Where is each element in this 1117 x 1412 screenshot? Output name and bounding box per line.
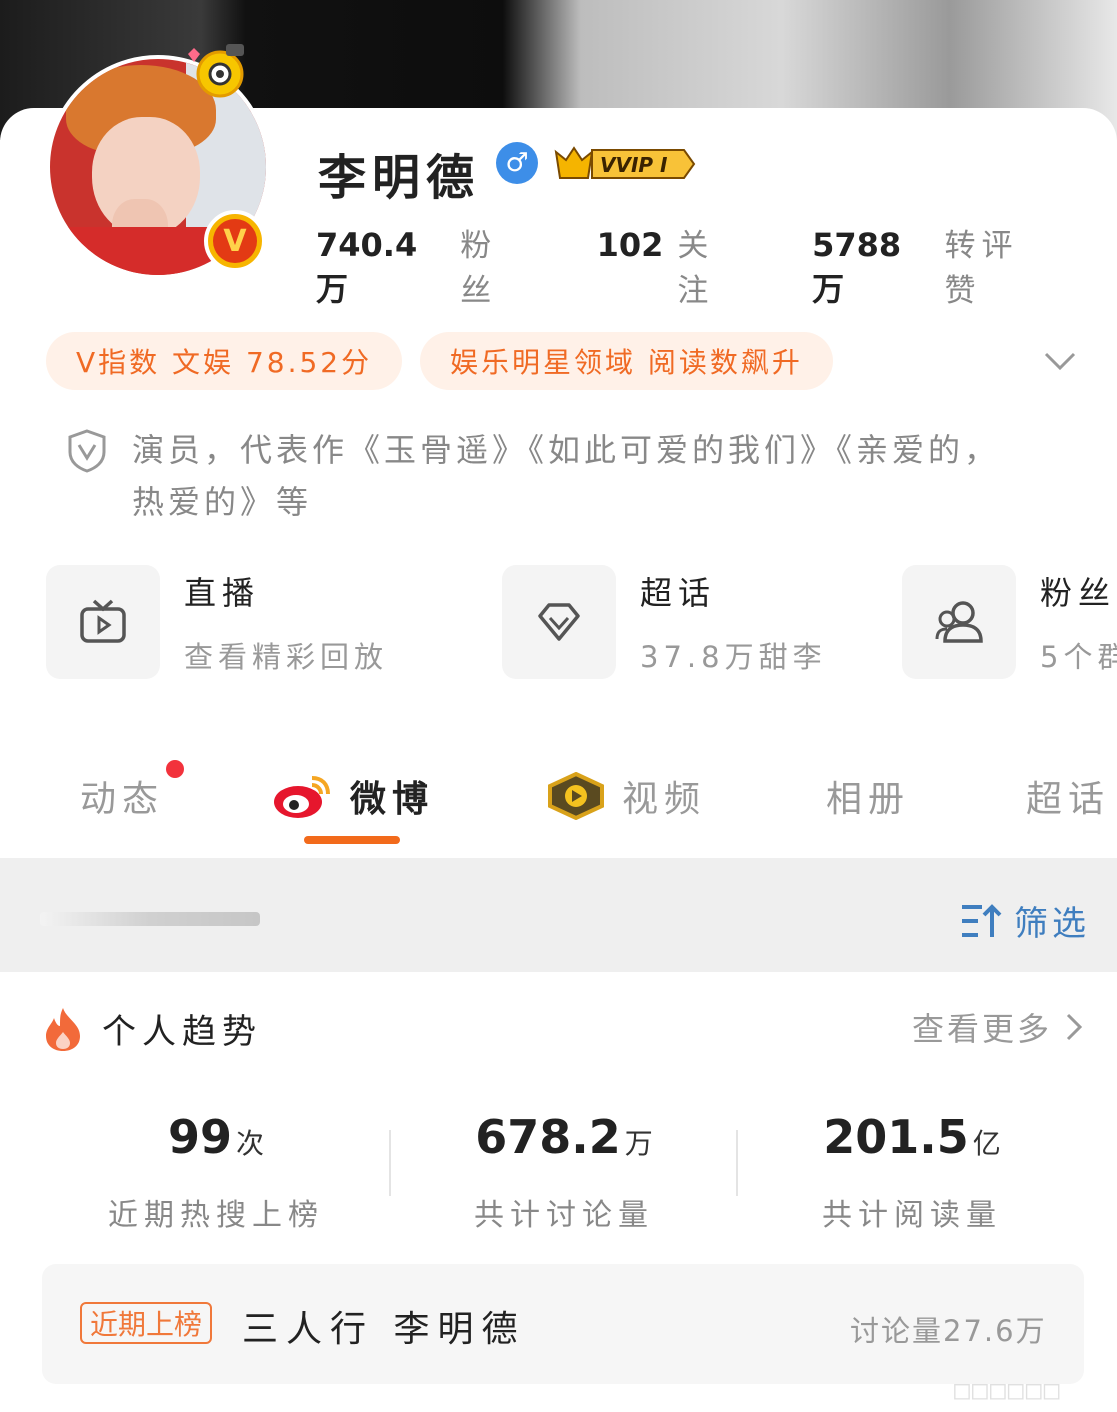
entry-supertopic[interactable]: 超话 37.8万甜李	[502, 565, 827, 679]
trend-title: 个人趋势	[102, 1012, 262, 1052]
flame-icon	[46, 1007, 80, 1051]
filter-icon	[962, 903, 1002, 937]
tab-weibo[interactable]: 微博	[272, 770, 434, 822]
vvip-badge[interactable]: VVIP I	[552, 144, 696, 184]
chevron-down-icon[interactable]	[1042, 342, 1078, 378]
metric-unit: 次	[236, 1127, 265, 1160]
stat-following[interactable]: 102 关注	[597, 220, 749, 310]
blurred-placeholder	[40, 912, 260, 926]
vvip-label: VVIP I	[600, 153, 668, 177]
tab-label: 超话	[1026, 779, 1111, 820]
stat-value: 740.4万	[316, 226, 418, 308]
metric-label: 共计讨论量	[474, 1198, 654, 1233]
diamond-icon	[538, 603, 580, 641]
entry-subtitle: 5个群	[1040, 640, 1117, 674]
filter-button[interactable]: 筛选	[960, 896, 1090, 945]
stat-label: 粉丝	[460, 228, 498, 309]
tab-label: 视频	[622, 779, 707, 820]
profile-stats: 740.4万 粉丝 102 关注 5788万 转评赞	[316, 220, 1117, 310]
stat-interactions[interactable]: 5788万 转评赞	[812, 220, 1053, 310]
ranking-topic-title[interactable]: 三人行 李明德	[242, 1300, 525, 1352]
trend-header: 个人趋势	[42, 1004, 262, 1053]
video-icon	[548, 772, 604, 820]
shield-v-icon	[68, 429, 106, 473]
metric-label: 共计阅读量	[822, 1198, 1002, 1233]
v-index-pill[interactable]: V指数 文娱 78.52分	[46, 332, 403, 390]
metric-value: 201.5	[823, 1110, 969, 1164]
stat-value: 5788万	[812, 226, 902, 308]
chevron-right-icon	[1066, 1013, 1083, 1041]
entry-live[interactable]: 直播 查看精彩回放	[46, 565, 388, 679]
profile-tabs: 动态 微博 视频 相册 超话	[0, 760, 1117, 850]
group-icon	[935, 601, 983, 643]
metric-unit: 亿	[972, 1127, 1001, 1160]
entry-subtitle: 查看精彩回放	[184, 640, 389, 674]
entry-icon-box	[46, 565, 160, 679]
entry-subtitle: 37.8万甜李	[640, 640, 827, 674]
tab-label: 微博	[350, 779, 435, 820]
entry-title: 直播	[184, 574, 261, 612]
metric-reads[interactable]: 201.5 亿 共计阅读量	[752, 1110, 1072, 1234]
avatar-decoration-icon	[188, 44, 244, 98]
ranking-discussion-count: 讨论量27.6万	[850, 1314, 1047, 1348]
tab-supertopic[interactable]: 超话	[1026, 770, 1110, 822]
stat-followers[interactable]: 740.4万 粉丝	[316, 220, 533, 310]
tv-icon	[80, 599, 126, 643]
profile-bio: 演员，代表作《玉骨遥》《如此可爱的我们》《亲爱的，热爱的》等	[132, 431, 1001, 521]
male-gender-icon: ♂	[496, 142, 538, 184]
stat-label: 转评赞	[944, 228, 1019, 309]
metric-hot-search[interactable]: 99 次 近期热搜上榜	[56, 1110, 376, 1234]
tab-album[interactable]: 相册	[826, 770, 910, 822]
view-more-link[interactable]: 查看更多	[912, 1004, 1086, 1050]
recent-ranking-tag: 近期上榜	[80, 1302, 213, 1344]
tab-dynamics[interactable]: 动态	[80, 770, 164, 822]
verified-badge: V	[204, 210, 266, 272]
entry-fans-group[interactable]: 粉丝 5个群	[902, 565, 1117, 679]
verified-v-mark: V	[213, 219, 257, 263]
metric-value: 678.2	[475, 1110, 621, 1164]
divider	[389, 1130, 391, 1196]
metric-value: 99	[167, 1110, 232, 1164]
divider	[736, 1130, 738, 1196]
view-more-label: 查看更多	[912, 1010, 1053, 1048]
stat-label: 关注	[677, 228, 715, 309]
stat-value: 102	[596, 226, 664, 264]
notification-dot	[166, 760, 184, 778]
user-name: 李明德	[318, 150, 481, 206]
active-tab-indicator	[304, 836, 400, 844]
tab-label: 相册	[826, 779, 911, 820]
tab-video[interactable]: 视频	[544, 770, 706, 822]
entry-icon-box	[902, 565, 1016, 679]
watermark: ◻◻◻◻◻◻	[952, 1376, 1062, 1404]
metric-label: 近期热搜上榜	[108, 1198, 324, 1233]
metric-unit: 万	[624, 1127, 653, 1160]
filter-label: 筛选	[1014, 904, 1090, 944]
entry-title: 粉丝	[1040, 574, 1117, 612]
entry-icon-box	[502, 565, 616, 679]
entry-title: 超话	[640, 574, 717, 612]
reading-surge-pill[interactable]: 娱乐明星领域 阅读数飙升	[420, 332, 833, 390]
metric-discussion[interactable]: 678.2 万 共计讨论量	[404, 1110, 724, 1234]
tab-label: 动态	[80, 779, 165, 820]
weibo-logo-icon	[274, 776, 330, 818]
